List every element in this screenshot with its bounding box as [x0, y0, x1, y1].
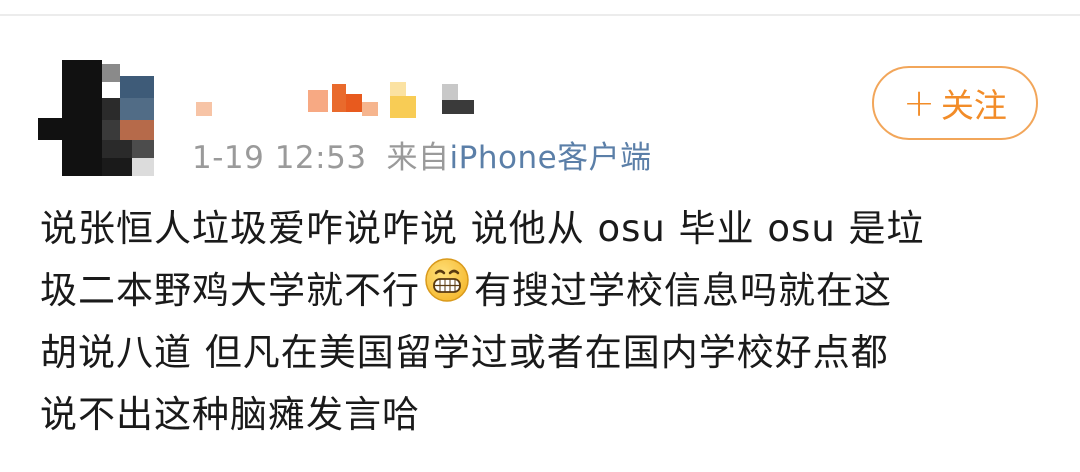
- follow-button[interactable]: + 关注: [872, 66, 1038, 140]
- weibo-post-card: 1-19 12:53 来自iPhone客户端 + 关注 说张恒人垃圾爱咋说咋说 说…: [0, 0, 1080, 472]
- avatar[interactable]: [38, 60, 154, 176]
- content-segment: 有搜过学校信息吗就在这: [474, 269, 892, 312]
- post-header: 1-19 12:53 来自iPhone客户端 + 关注: [0, 40, 1080, 190]
- plus-icon: +: [903, 81, 935, 125]
- content-line: 胡说八道 但凡在美国留学过或者在国内学校好点都: [40, 331, 889, 374]
- post-timestamp: 1-19 12:53: [192, 140, 367, 176]
- source-device-link[interactable]: iPhone客户端: [450, 140, 652, 176]
- content-segment: 圾二本野鸡大学就不行: [40, 269, 420, 312]
- grinning-face-icon: [424, 257, 470, 322]
- post-content: 说张恒人垃圾爱咋说咋说 说他从 osu 毕业 osu 是垃 圾二本野鸡大学就不行: [40, 198, 1050, 446]
- content-line: 说张恒人垃圾爱咋说咋说 说他从 osu 毕业 osu 是垃: [40, 207, 925, 250]
- content-line: 说不出这种脑瘫发言哈: [40, 393, 420, 436]
- source-prefix: 来自: [386, 140, 450, 176]
- divider: [0, 14, 1080, 16]
- username-censored[interactable]: [192, 80, 492, 120]
- follow-label: 关注: [940, 86, 1007, 125]
- post-meta: 1-19 12:53 来自iPhone客户端: [192, 132, 652, 177]
- content-line: 圾二本野鸡大学就不行 有搜过学校信息吗就在这: [40, 257, 1050, 322]
